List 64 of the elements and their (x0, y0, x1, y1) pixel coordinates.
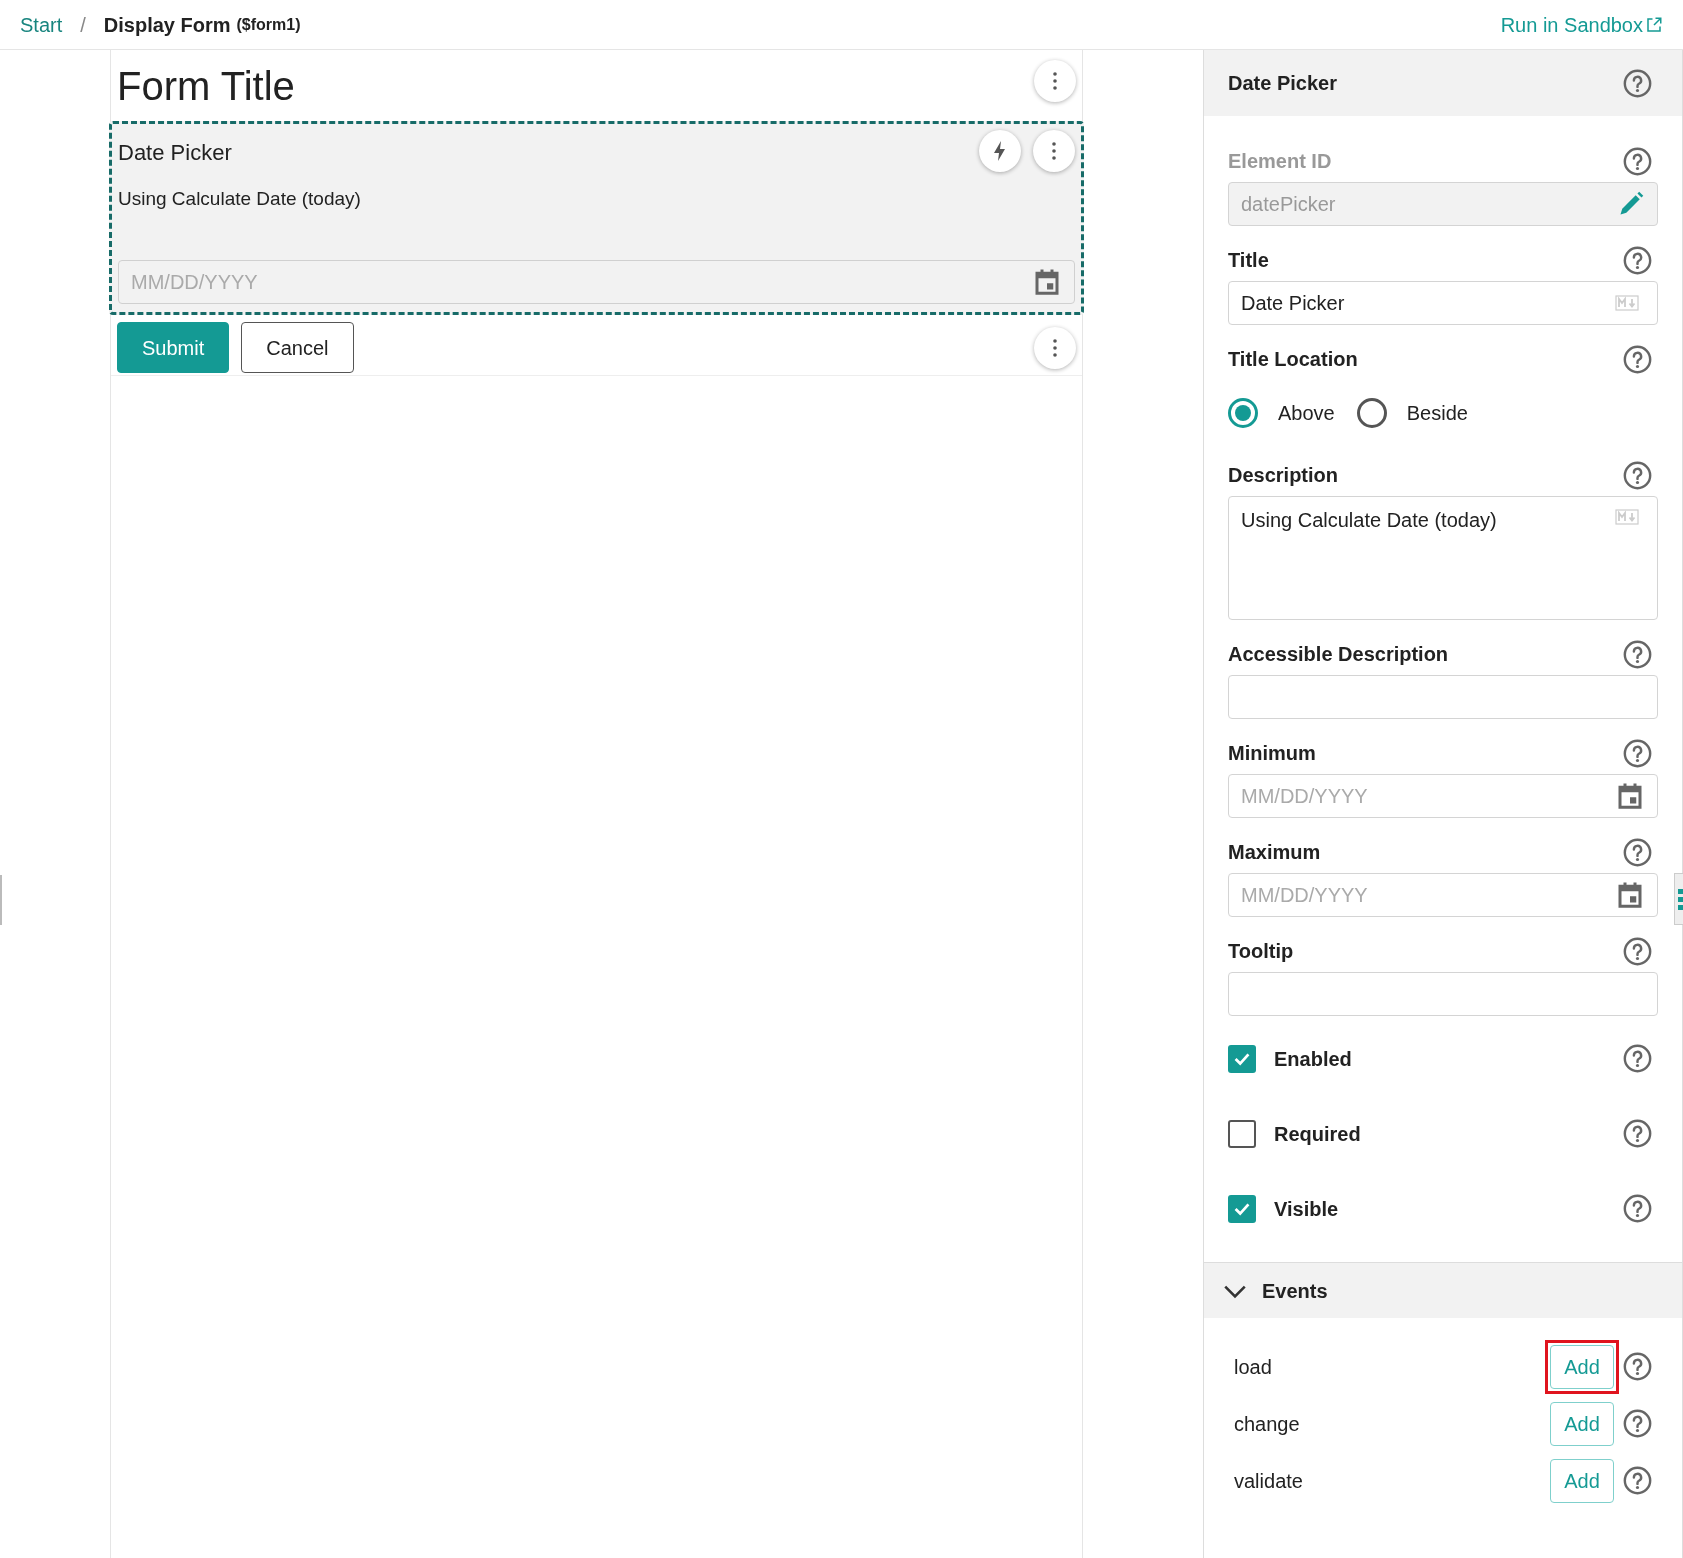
resize-handle[interactable] (0, 875, 2, 925)
breadcrumb-separator: / (80, 12, 86, 38)
event-name: change (1234, 1411, 1300, 1437)
cancel-button[interactable]: Cancel (241, 322, 354, 373)
input-field[interactable]: MM/DD/YYYY (1228, 774, 1658, 818)
more-icon (1052, 142, 1056, 160)
add-button[interactable]: Add (1550, 1344, 1614, 1389)
help-icon[interactable] (1623, 1194, 1652, 1223)
checkbox-label: Required (1274, 1121, 1362, 1147)
checkbox[interactable] (1228, 1194, 1256, 1223)
help-icon[interactable] (1623, 837, 1652, 867)
help-icon[interactable] (1623, 146, 1652, 176)
input-field[interactable]: MM/DD/YYYY (1228, 873, 1658, 917)
event-name: load (1234, 1354, 1272, 1380)
resize-handle[interactable] (1674, 873, 1683, 925)
input-field[interactable] (1228, 972, 1658, 1016)
event-name: validate (1234, 1468, 1303, 1494)
radio-option[interactable]: Above (1228, 398, 1335, 428)
help-icon[interactable] (1623, 245, 1652, 275)
checkbox-label: Enabled (1274, 1046, 1353, 1072)
date-field[interactable]: MM/DD/YYYY (118, 259, 1075, 304)
radio-option[interactable]: Beside (1356, 398, 1468, 428)
add-button[interactable]: Add (1550, 1401, 1614, 1446)
help-icon[interactable] (1623, 1119, 1652, 1148)
help-icon[interactable] (1623, 344, 1652, 374)
breadcrumb-current: Display Form (103, 12, 231, 38)
add-button[interactable]: Add (1550, 1458, 1614, 1503)
help-icon[interactable] (1623, 936, 1652, 966)
date-picker-element[interactable]: Date Picker Using Calculate Date (today) MM/DD/YYYY (109, 121, 1084, 315)
checkbox[interactable] (1228, 1044, 1256, 1073)
lightning-button[interactable] (979, 130, 1021, 172)
sandbox-link[interactable]: Run in Sandbox (1500, 9, 1663, 40)
help-icon[interactable] (1623, 639, 1652, 669)
field-label: Title Location (1228, 347, 1358, 372)
form-title: Form Title (117, 63, 295, 110)
field-label: Title (1228, 248, 1269, 273)
input-field[interactable] (1228, 675, 1658, 719)
input-field[interactable]: Date Picker (1228, 281, 1658, 325)
help-icon[interactable] (1623, 1466, 1652, 1495)
help-icon[interactable] (1623, 1409, 1652, 1438)
help-icon[interactable] (1623, 1352, 1652, 1381)
form-id: ($form1) (236, 14, 301, 35)
help-icon[interactable] (1623, 68, 1652, 98)
element-description: Using Calculate Date (today) (118, 187, 361, 211)
more-icon (1053, 338, 1057, 357)
panel-title: Date Picker (1228, 71, 1337, 96)
events-header[interactable]: Events (1204, 1262, 1682, 1318)
field-label: Description (1228, 463, 1339, 488)
field-label: Minimum (1228, 741, 1316, 766)
text-area[interactable]: Using Calculate Date (today) (1228, 496, 1658, 620)
field-label: Tooltip (1228, 939, 1294, 964)
checkbox-label: Visible (1274, 1196, 1340, 1222)
element-title: Date Picker (118, 139, 232, 167)
help-icon[interactable] (1623, 460, 1652, 490)
field-label: Accessible Description (1228, 642, 1449, 667)
breadcrumb-link[interactable]: Start (20, 9, 63, 40)
external-link-icon (1645, 15, 1663, 34)
field-label: Maximum (1228, 840, 1321, 865)
more-icon (1053, 72, 1057, 90)
submit-button[interactable]: Submit (117, 322, 230, 373)
field-label: Element ID (1228, 149, 1332, 174)
help-icon[interactable] (1623, 1044, 1652, 1073)
checkbox[interactable] (1228, 1119, 1256, 1148)
help-icon[interactable] (1623, 738, 1652, 768)
